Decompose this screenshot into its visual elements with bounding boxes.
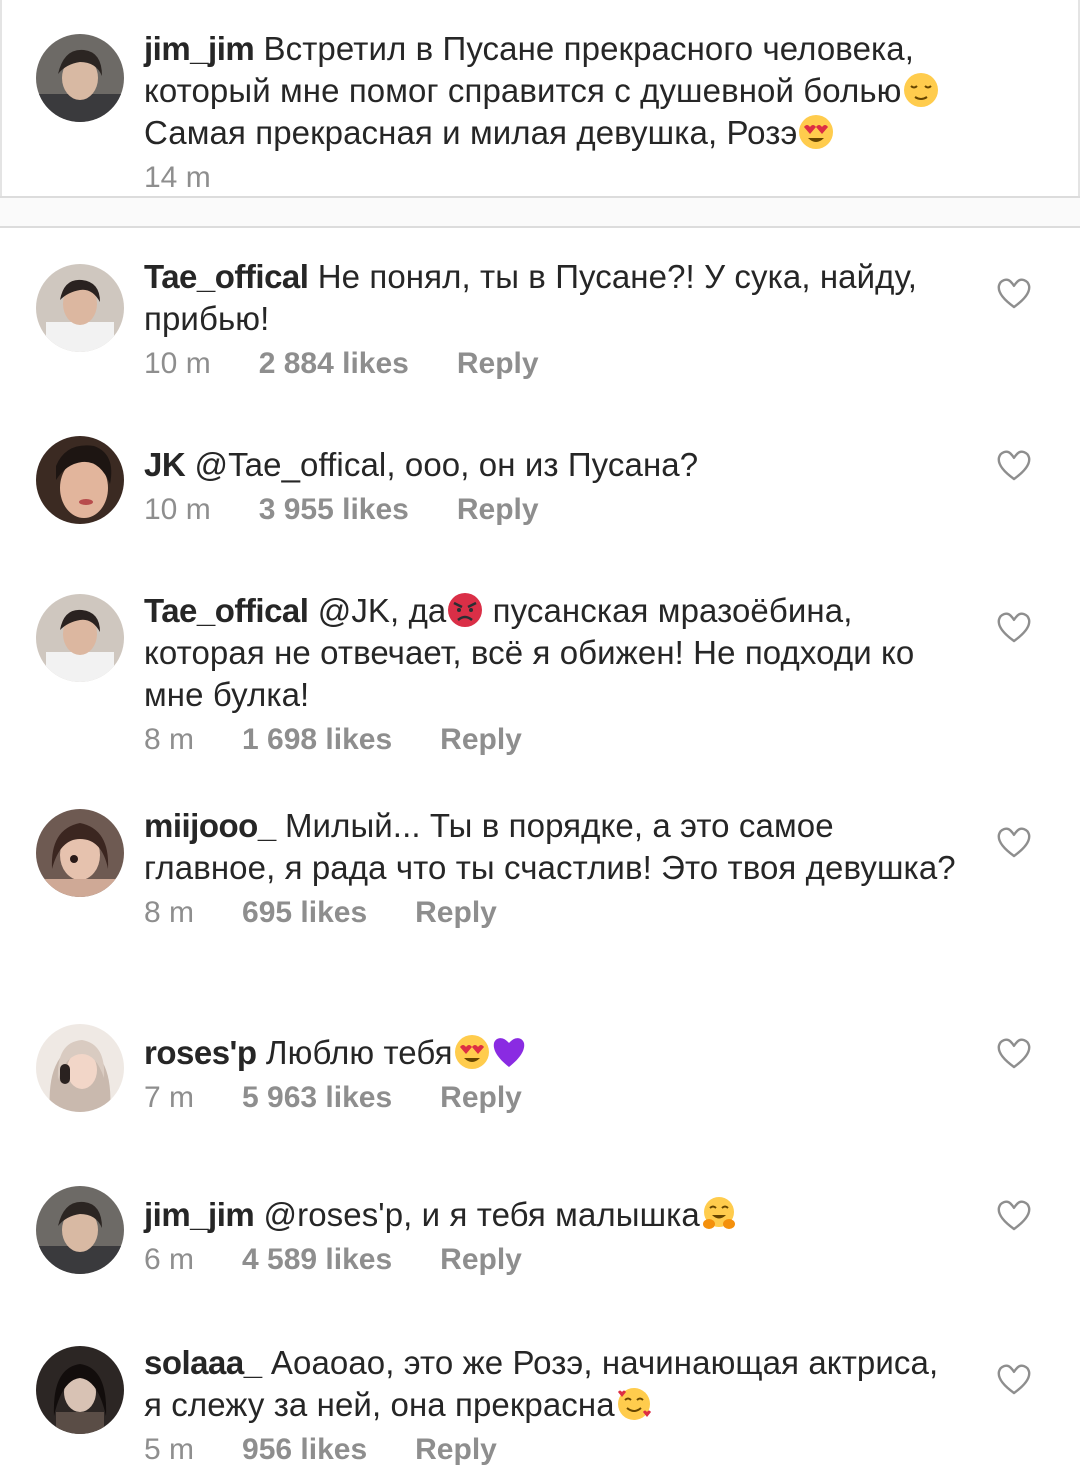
- comment-username[interactable]: roses'p: [144, 1034, 257, 1071]
- caption-text: jim_jim Встретил в Пусане прекрасного че…: [144, 28, 964, 154]
- caption-username[interactable]: jim_jim: [144, 30, 255, 67]
- heart-outline-icon[interactable]: [996, 1198, 1032, 1232]
- comment-time: 5 m: [144, 1433, 195, 1466]
- reply-button[interactable]: Reply: [415, 1430, 497, 1470]
- heart-outline-icon[interactable]: [996, 1362, 1032, 1396]
- heart-outline-icon[interactable]: [996, 1036, 1032, 1070]
- comment-meta: 7 m 5 963 likes Reply: [144, 1078, 964, 1118]
- comment-meta: 8 m 695 likes Reply: [144, 893, 964, 933]
- avatar[interactable]: [36, 594, 124, 682]
- comment-username[interactable]: Tae_offical: [144, 592, 309, 629]
- reply-button[interactable]: Reply: [457, 490, 539, 530]
- comment-time: 8 m: [144, 723, 195, 756]
- comment-username[interactable]: miijooo_: [144, 807, 276, 844]
- comment-time: 7 m: [144, 1081, 195, 1114]
- section-separator: [0, 198, 1080, 228]
- avatar[interactable]: [36, 436, 124, 524]
- comment-time: 10 m: [144, 347, 211, 380]
- comment-text: JK @Tae_offical, ооо, он из Пусана?: [144, 444, 964, 486]
- comment-message: @Tae_offical, ооо, он из Пусана?: [194, 446, 699, 483]
- comment-likes[interactable]: 2 884 likes: [259, 344, 409, 384]
- comment-text: Tae_offical @JK, да пусанская мразоёбина…: [144, 590, 964, 716]
- heart-outline-icon[interactable]: [996, 276, 1032, 310]
- heart-eyes-face-icon: [454, 1034, 490, 1070]
- avatar[interactable]: [36, 1346, 124, 1434]
- comment-meta: 10 m 3 955 likes Reply: [144, 490, 964, 530]
- reply-button[interactable]: Reply: [415, 893, 497, 933]
- heart-outline-icon[interactable]: [996, 448, 1032, 482]
- avatar[interactable]: [36, 264, 124, 352]
- comment-text: miijooo_ Милый... Ты в порядке, а это са…: [144, 805, 964, 889]
- comment-time: 10 m: [144, 493, 211, 526]
- comment-text: Tae_offical Не понял, ты в Пусане?! У су…: [144, 256, 964, 340]
- comment-text: jim_jim @roses'p, и я тебя малышка: [144, 1194, 964, 1236]
- comment-likes[interactable]: 695 likes: [242, 893, 367, 933]
- comment-time: 8 m: [144, 896, 195, 929]
- heart-outline-icon[interactable]: [996, 825, 1032, 859]
- smiling-face-with-hearts-icon: [616, 1386, 652, 1422]
- purple-heart-icon: [491, 1034, 527, 1070]
- reply-button[interactable]: Reply: [440, 1078, 522, 1118]
- caption-message: Встретил в Пусане прекрасного человека, …: [144, 30, 915, 109]
- comment-time: 6 m: [144, 1243, 195, 1276]
- comment-username[interactable]: Tae_offical: [144, 258, 309, 295]
- caption-meta: 14 m: [144, 158, 964, 198]
- avatar[interactable]: [36, 809, 124, 897]
- heart-eyes-face-icon: [798, 114, 834, 150]
- reply-button[interactable]: Reply: [457, 344, 539, 384]
- comment-meta: 5 m 956 likes Reply: [144, 1430, 964, 1470]
- comment-likes[interactable]: 3 955 likes: [259, 490, 409, 530]
- comment-likes[interactable]: 1 698 likes: [242, 720, 392, 760]
- hugging-face-icon: [701, 1196, 737, 1232]
- comment-username[interactable]: jim_jim: [144, 1196, 255, 1233]
- avatar[interactable]: [36, 34, 124, 122]
- caption-message-end: Самая прекрасная и милая девушка, Розэ: [144, 114, 798, 151]
- comment-username[interactable]: solaaa_: [144, 1344, 262, 1381]
- comment-message: @roses'p, и я тебя малышка: [263, 1196, 700, 1233]
- reply-button[interactable]: Reply: [440, 720, 522, 760]
- heart-outline-icon[interactable]: [996, 610, 1032, 644]
- reply-button[interactable]: Reply: [440, 1240, 522, 1280]
- comment-message: @JK, да: [317, 592, 447, 629]
- comment-message: Аоаоао, это же Розэ, начинающая актриса,…: [144, 1344, 939, 1423]
- comment-meta: 10 m 2 884 likes Reply: [144, 344, 964, 384]
- comment-text: roses'p Люблю тебя: [144, 1032, 964, 1074]
- divider: [0, 0, 2, 198]
- avatar[interactable]: [36, 1024, 124, 1112]
- comment-meta: 8 m 1 698 likes Reply: [144, 720, 964, 760]
- relieved-face-icon: [903, 72, 939, 108]
- comment-meta: 6 m 4 589 likes Reply: [144, 1240, 964, 1280]
- avatar[interactable]: [36, 1186, 124, 1274]
- comment-text: solaaa_ Аоаоао, это же Розэ, начинающая …: [144, 1342, 964, 1426]
- comment-message: Люблю тебя: [265, 1034, 453, 1071]
- comment-username[interactable]: JK: [144, 446, 186, 483]
- comment-likes[interactable]: 956 likes: [242, 1430, 367, 1470]
- comment-likes[interactable]: 4 589 likes: [242, 1240, 392, 1280]
- post-caption: jim_jim Встретил в Пусане прекрасного че…: [0, 0, 1080, 198]
- caption-time: 14 m: [144, 161, 211, 194]
- angry-face-icon: [447, 592, 483, 628]
- comment-likes[interactable]: 5 963 likes: [242, 1078, 392, 1118]
